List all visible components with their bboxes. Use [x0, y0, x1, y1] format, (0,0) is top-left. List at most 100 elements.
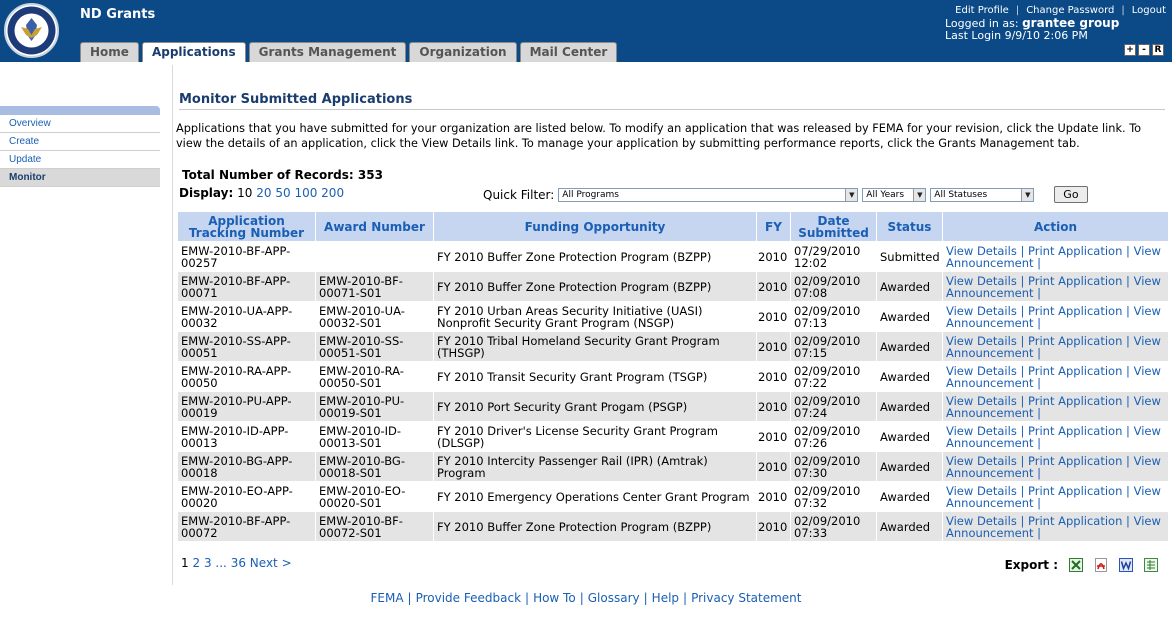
print-application-link[interactable]: Print Application [1028, 424, 1122, 438]
cell-status: Awarded [876, 481, 943, 512]
cell-award-number: EMW-2010-ID-00013-S01 [315, 421, 434, 452]
display-option-50[interactable]: 50 [275, 186, 290, 200]
sidebar-item-overview[interactable]: Overview [0, 115, 160, 133]
tab-applications[interactable]: Applications [141, 42, 246, 62]
print-application-link[interactable]: Print Application [1028, 274, 1122, 288]
col-funding-opportunity[interactable]: Funding Opportunity [433, 211, 757, 242]
view-announcement-link[interactable]: View [1134, 244, 1161, 258]
font-reset-button[interactable]: R [1152, 44, 1164, 56]
page-link[interactable]: 2 [192, 556, 200, 570]
print-application-link[interactable]: Print Application [1028, 484, 1122, 498]
print-application-link[interactable]: Print Application [1028, 394, 1122, 408]
footer-link-privacy[interactable]: Privacy Statement [691, 591, 801, 605]
table-row: EMW-2010-EO-APP-00020 EMW-2010-EO-00020-S… [177, 481, 1169, 512]
next-page-link[interactable]: Next > [250, 556, 292, 570]
view-announcement-link[interactable]: Announcement [946, 436, 1034, 450]
pdf-icon[interactable] [1094, 558, 1108, 572]
excel-icon[interactable] [1069, 558, 1083, 572]
program-filter-select[interactable]: All Programs [558, 187, 859, 202]
cell-tracking-number: EMW-2010-BF-APP-00071 [177, 271, 316, 302]
view-announcement-link[interactable]: Announcement [946, 286, 1034, 300]
col-tracking-number[interactable]: Application Tracking Number [177, 211, 316, 242]
view-announcement-link[interactable]: Announcement [946, 316, 1034, 330]
view-announcement-link[interactable]: View [1134, 484, 1161, 498]
applications-table: Application Tracking Number Award Number… [177, 211, 1169, 542]
view-announcement-link[interactable]: Announcement [946, 406, 1034, 420]
print-application-link[interactable]: Print Application [1028, 244, 1122, 258]
cell-tracking-number: EMW-2010-BG-APP-00018 [177, 451, 316, 482]
year-filter-select[interactable]: All Years [862, 187, 927, 202]
view-announcement-link[interactable]: Announcement [946, 466, 1034, 480]
display-option-20[interactable]: 20 [256, 186, 271, 200]
top-header: ND Grants Home Applications Grants Manag… [0, 0, 1172, 62]
cell-action: View Details | Print Application | View A… [942, 481, 1169, 512]
print-application-link[interactable]: Print Application [1028, 364, 1122, 378]
separator: | [1033, 285, 1042, 300]
status-filter-value: All Statuses [934, 189, 988, 200]
tab-organization[interactable]: Organization [409, 42, 517, 62]
footer-link-fema[interactable]: FEMA [370, 591, 403, 605]
print-application-link[interactable]: Print Application [1028, 304, 1122, 318]
footer-link-help[interactable]: Help [652, 591, 679, 605]
view-announcement-link[interactable]: Announcement [946, 346, 1034, 360]
tab-grants-management[interactable]: Grants Management [248, 42, 407, 62]
col-award-number[interactable]: Award Number [315, 211, 434, 242]
col-date-submitted[interactable]: Date Submitted [790, 211, 877, 242]
view-announcement-link[interactable]: View [1134, 364, 1161, 378]
footer-link-glossary[interactable]: Glossary [588, 591, 640, 605]
tab-home[interactable]: Home [80, 42, 139, 62]
view-announcement-link[interactable]: View [1134, 334, 1161, 348]
display-option-10[interactable]: 10 [237, 186, 252, 200]
footer-link-feedback[interactable]: Provide Feedback [416, 591, 521, 605]
view-announcement-link[interactable]: Announcement [946, 526, 1034, 540]
print-application-link[interactable]: Print Application [1028, 454, 1122, 468]
cell-date-submitted: 02/09/2010 07:26 [790, 421, 877, 452]
tab-mail-center[interactable]: Mail Center [519, 42, 618, 62]
view-announcement-link[interactable]: View [1134, 514, 1161, 528]
cell-award-number: EMW-2010-RA-00050-S01 [315, 361, 434, 392]
intro-text: Applications that you have submitted for… [176, 122, 1142, 150]
quick-filter: Quick Filter: All Programs All Years All… [483, 186, 1088, 203]
status-filter-select[interactable]: All Statuses [930, 187, 1035, 202]
page-ellipsis: ... [215, 556, 227, 570]
display-option-200[interactable]: 200 [321, 186, 344, 200]
sidebar-item-create[interactable]: Create [0, 133, 160, 151]
pagination: 1 2 3 ... 36 Next > [181, 556, 292, 570]
cell-tracking-number: EMW-2010-RA-APP-00050 [177, 361, 316, 392]
separator: | [1121, 5, 1125, 16]
footer-link-how-to[interactable]: How To [533, 591, 576, 605]
col-fy[interactable]: FY [756, 211, 791, 242]
view-announcement-link[interactable]: View [1134, 304, 1161, 318]
sidebar-item-update[interactable]: Update [0, 151, 160, 169]
view-announcement-link[interactable]: Announcement [946, 256, 1034, 270]
view-announcement-link[interactable]: View [1134, 274, 1161, 288]
view-announcement-link[interactable]: View [1134, 424, 1161, 438]
word-icon[interactable] [1119, 558, 1133, 572]
table-row: EMW-2010-BG-APP-00018 EMW-2010-BG-00018-S… [177, 451, 1169, 482]
font-increase-button[interactable]: + [1124, 44, 1136, 56]
change-password-link[interactable]: Change Password [1026, 5, 1114, 16]
cell-funding-opportunity: FY 2010 Urban Areas Security Initiative … [433, 301, 757, 332]
cell-action: View Details | Print Application | View A… [942, 241, 1169, 272]
page-link[interactable]: 3 [204, 556, 212, 570]
program-filter-value: All Programs [562, 189, 619, 200]
print-application-link[interactable]: Print Application [1028, 334, 1122, 348]
separator: | [1122, 393, 1134, 408]
view-announcement-link[interactable]: Announcement [946, 496, 1034, 510]
logout-link[interactable]: Logout [1132, 5, 1166, 16]
view-announcement-link[interactable]: Announcement [946, 376, 1034, 390]
user-links: Edit Profile | Change Password | Logout [926, 5, 1166, 16]
display-option-100[interactable]: 100 [294, 186, 317, 200]
col-status[interactable]: Status [876, 211, 943, 242]
view-announcement-link[interactable]: View [1134, 394, 1161, 408]
separator: | [1033, 525, 1042, 540]
view-announcement-link[interactable]: View [1134, 454, 1161, 468]
edit-profile-link[interactable]: Edit Profile [955, 5, 1009, 16]
sidebar-item-monitor[interactable]: Monitor [0, 169, 160, 187]
print-application-link[interactable]: Print Application [1028, 514, 1122, 528]
page-link-last[interactable]: 36 [231, 556, 246, 570]
separator: | [1033, 375, 1042, 390]
csv-icon[interactable] [1144, 558, 1158, 572]
go-button[interactable]: Go [1054, 186, 1088, 203]
font-decrease-button[interactable]: - [1138, 44, 1150, 56]
